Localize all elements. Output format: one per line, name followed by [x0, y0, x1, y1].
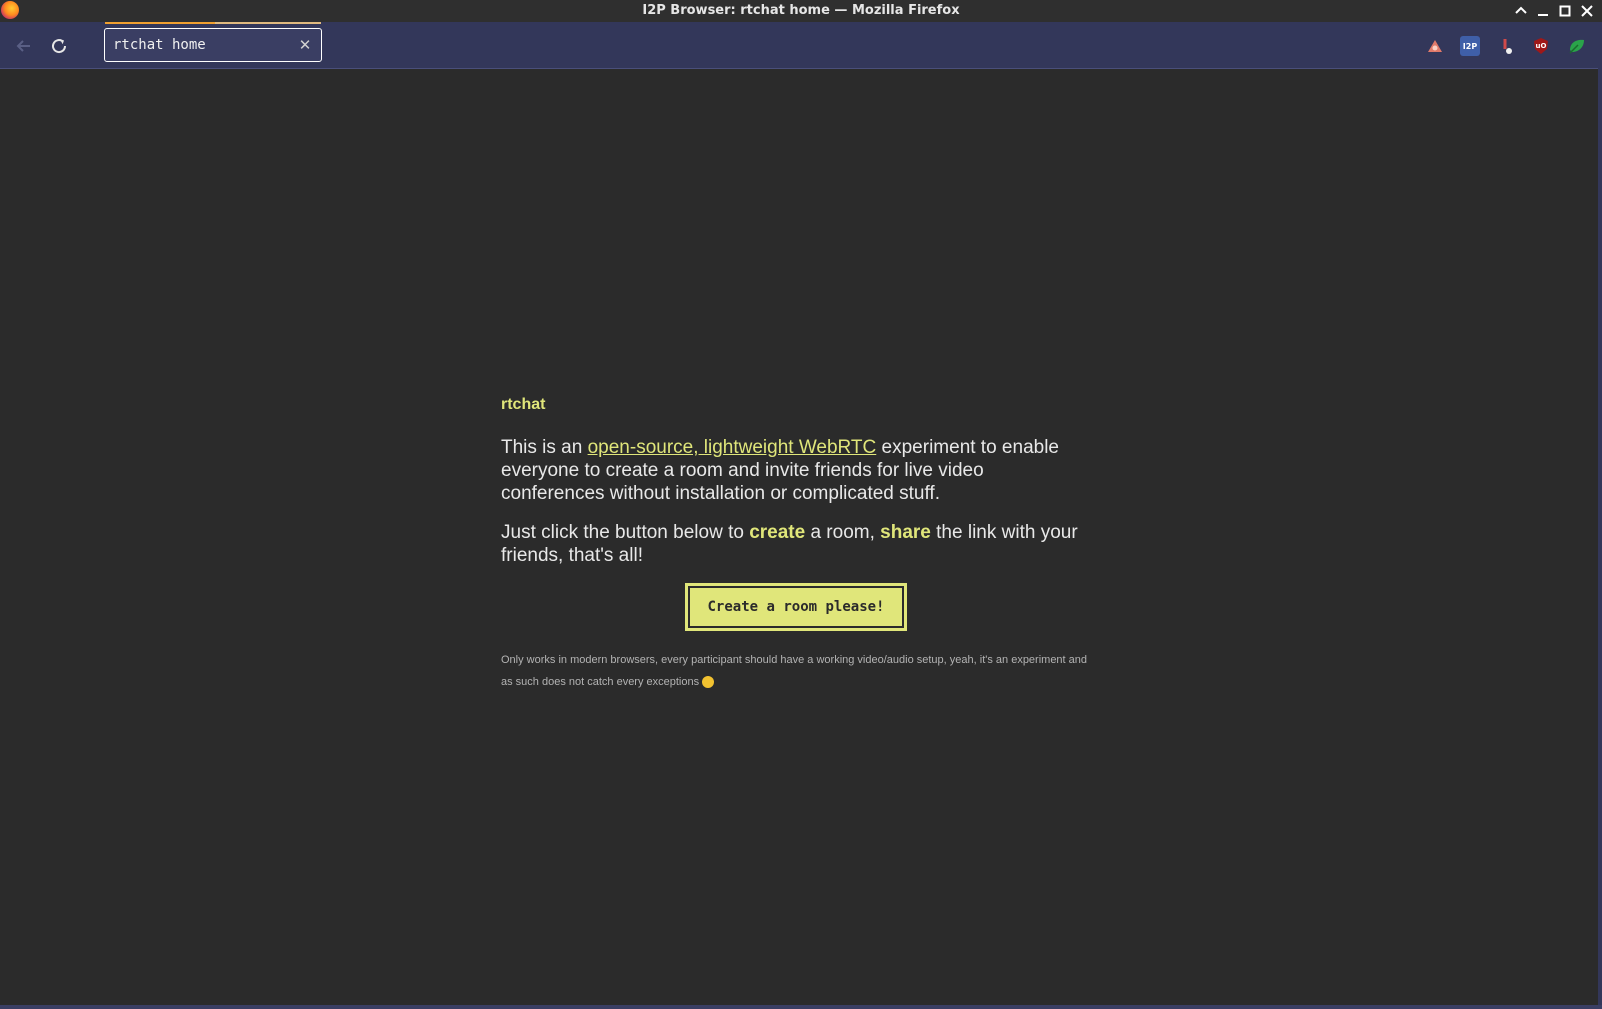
i2pb-icon[interactable]: I2P	[1460, 36, 1480, 56]
intro-paragraph: This is an open-source, lightweight WebR…	[501, 436, 1091, 505]
browser-toolbar: ✕ I2P uO	[0, 22, 1602, 69]
minimize-button[interactable]	[1534, 2, 1552, 20]
green-leaf-icon[interactable]	[1567, 36, 1587, 56]
note-text: Only works in modern browsers, every par…	[501, 654, 1088, 688]
create-room-button[interactable]: Create a room please!	[685, 583, 907, 631]
close-button[interactable]	[1578, 2, 1596, 20]
window-titlebar: I2P Browser: rtchat home — Mozilla Firef…	[0, 0, 1602, 22]
main-content: rtchat This is an open-source, lightweig…	[501, 396, 1091, 693]
ublock-label: uO	[1535, 42, 1547, 50]
chevron-up-icon[interactable]	[1512, 2, 1530, 20]
back-arrow-icon	[16, 40, 30, 52]
noscript-icon[interactable]	[1496, 36, 1516, 56]
page-title: rtchat	[501, 396, 546, 413]
i2pb-label: I2P	[1462, 41, 1478, 51]
compatibility-note: Only works in modern browsers, every par…	[501, 649, 1091, 693]
instructions-text-2: a room,	[805, 522, 881, 543]
url-bar[interactable]: ✕	[104, 22, 322, 62]
project-link[interactable]: open-source, lightweight WebRTC	[588, 437, 877, 458]
status-strip	[0, 1005, 1602, 1009]
url-input[interactable]	[113, 35, 293, 55]
scrollbar[interactable]	[1598, 68, 1602, 1009]
window-title: I2P Browser: rtchat home — Mozilla Firef…	[642, 3, 960, 18]
ublock-origin-icon[interactable]: uO	[1531, 36, 1551, 56]
instructions-text-1: Just click the button below to	[501, 522, 750, 543]
maximize-button[interactable]	[1556, 2, 1574, 20]
intro-text-start: This is an	[501, 437, 588, 458]
back-button[interactable]	[12, 34, 36, 58]
clear-url-icon[interactable]: ✕	[297, 35, 313, 55]
reload-button[interactable]	[47, 34, 71, 58]
highlight-create: create	[749, 522, 806, 543]
winking-face-icon	[702, 676, 715, 689]
reload-icon	[52, 39, 67, 54]
instructions-paragraph: Just click the button below to create a …	[501, 521, 1091, 567]
button-container: Create a room please!	[501, 583, 1091, 631]
i2p-router-icon[interactable]	[1425, 36, 1445, 56]
highlight-share: share	[880, 522, 931, 543]
